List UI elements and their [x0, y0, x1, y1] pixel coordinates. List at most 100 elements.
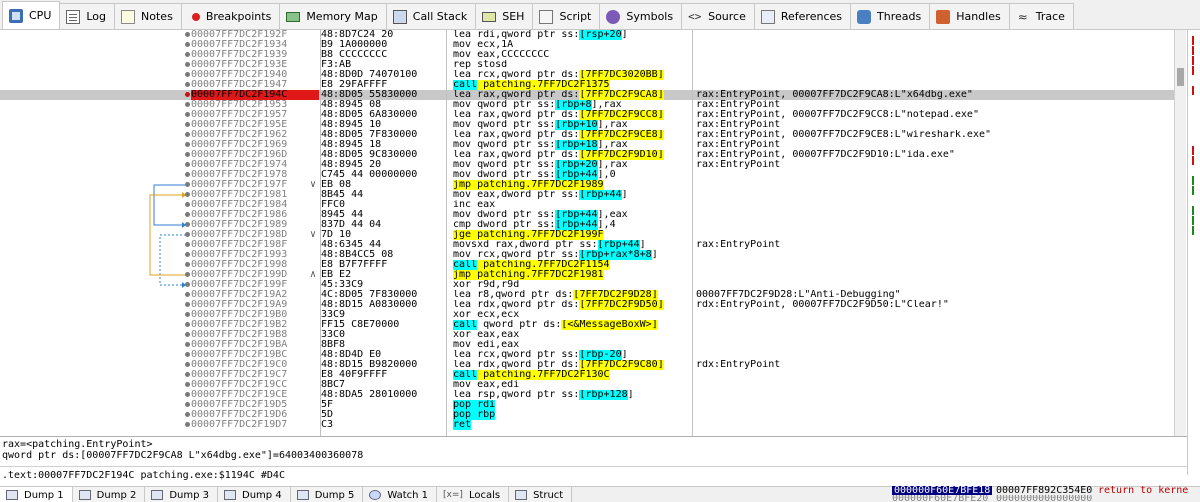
disasm-row[interactable]: 00007FF7DC2F1981 8B45 44 mov eax,dword ptr… [0, 190, 1174, 200]
bullet-dot-icon [185, 212, 190, 217]
instruction-bytes: 48:8D7C24 20 [321, 30, 394, 40]
scrollbar-thumb[interactable] [1177, 68, 1184, 86]
disasm-row[interactable]: 00007FF7DC2F19B8 33C0 xor eax,eax [0, 330, 1174, 340]
instruction-comment [696, 40, 1174, 50]
disasm-row[interactable]: 00007FF7DC2F1969 48:8945 18 mov qword ptr … [0, 140, 1174, 150]
disasm-row[interactable]: 00007FF7DC2F1989 837D 44 04 cmp dword ptr … [0, 220, 1174, 230]
disasm-row[interactable]: 00007FF7DC2F1947 E8 29FAFFFF call patching… [0, 80, 1174, 90]
disasm-row[interactable]: 00007FF7DC2F19A2 4C:8D05 7F830000 lea r8,q… [0, 290, 1174, 300]
tab-seh[interactable]: SEH [475, 3, 534, 29]
disasm-row[interactable]: 00007FF7DC2F19BC 48:8D4D E0 lea rcx,qword … [0, 350, 1174, 360]
instruction-token: ] [639, 240, 646, 250]
disasm-row[interactable]: 00007FF7DC2F193E F3:AB rep stosd [0, 60, 1174, 70]
tab-call-stack[interactable]: Call Stack [385, 3, 477, 29]
disasm-row[interactable]: 00007FF7DC2F1974 48:8945 20 mov qword ptr … [0, 160, 1174, 170]
instruction-token: ,0 [603, 170, 616, 180]
tab-notes[interactable]: Notes [114, 3, 182, 29]
tab-locals[interactable]: [x=] Locals [437, 487, 510, 502]
disasm-row[interactable]: 00007FF7DC2F19C0 48:8D15 B9820000 lea rdx,… [0, 360, 1174, 370]
disasm-row[interactable]: 00007FF7DC2F1940 48:8D0D 74070100 lea rcx,… [0, 70, 1174, 80]
disasm-row[interactable]: 00007FF7DC2F19CC 8BC7 mov eax,edi [0, 380, 1174, 390]
tab-dump-2[interactable]: Dump 2 [72, 487, 146, 502]
tab-script[interactable]: Script [532, 3, 601, 29]
disassembly-view[interactable]: 00007FF7DC2F192F 48:8D7C24 20 lea rdi,qwor… [0, 30, 1174, 436]
tab-dump-5[interactable]: Dump 5 [290, 487, 364, 502]
disasm-row[interactable]: 00007FF7DC2F1962 48:8D05 7F830000 lea rax,… [0, 130, 1174, 140]
tab-dump-1[interactable]: Dump 1 [0, 487, 73, 502]
tab-dump-4[interactable]: Dump 4 [218, 487, 291, 502]
highlighted-token: rsp+20 [585, 30, 622, 40]
disasm-row[interactable]: 00007FF7DC2F198F 48:6345 44 movsxd rax,dwo… [0, 240, 1174, 250]
disasm-row[interactable]: 00007FF7DC2F194C 48:8D05 55830000 lea rax,… [0, 90, 1174, 100]
instruction-address: 00007FF7DC2F1981 [191, 190, 288, 200]
tab-struct[interactable]: Struct [509, 487, 573, 502]
instruction-bytes: C3 [321, 420, 334, 430]
tab-trace[interactable]: ≈ Trace [1008, 3, 1074, 29]
instruction-comment [696, 210, 1174, 220]
instruction-bytes: F3:AB [321, 60, 352, 70]
tab-log[interactable]: Log [59, 3, 116, 29]
highlighted-operand: patching.7FF7DC2F130C [477, 370, 610, 380]
stack-next-value: 0000000000000000 [996, 495, 1093, 502]
disasm-row[interactable]: 00007FF7DC2F199D ∧ EB E2 jmp patching.7FF7D… [0, 270, 1174, 280]
tab-references[interactable]: References [753, 3, 851, 29]
instruction-comment [696, 220, 1174, 230]
disasm-row[interactable]: 00007FF7DC2F199F 45:33C9 xor r9d,r9d [0, 280, 1174, 290]
disasm-row[interactable]: 00007FF7DC2F19B0 33C9 xor ecx,ecx [0, 310, 1174, 320]
disasm-row[interactable]: 00007FF7DC2F1934 B9 1A000000 mov ecx,1A [0, 40, 1174, 50]
highlighted-operand: [7FF7DC2F9CC8] [579, 110, 664, 120]
register-change-mark [1192, 56, 1198, 65]
tab-dump-3[interactable]: Dump 3 [145, 487, 219, 502]
instruction-comment [696, 200, 1174, 210]
disasm-row[interactable]: 00007FF7DC2F197F ∨ EB 08 jmp patching.7FF7D… [0, 180, 1174, 190]
disasm-row[interactable]: 00007FF7DC2F195E 48:8945 10 mov qword ptr … [0, 120, 1174, 130]
disasm-row[interactable]: 00007FF7DC2F19BA 8BF8 mov edi,eax [0, 340, 1174, 350]
instruction-text: lea rax,qword ptr ds:[7FF7DC2F9CA8] [453, 90, 691, 100]
instruction-bytes: 48:8D0D 74070100 [321, 70, 418, 80]
dump-icon [78, 490, 91, 500]
tab-symbols[interactable]: Symbols [599, 3, 683, 29]
disasm-row[interactable]: 00007FF7DC2F1984 FFC0 inc eax [0, 200, 1174, 210]
highlighted-token: pop rdi [453, 400, 496, 410]
tab-source[interactable]: <> Source [681, 3, 755, 29]
disasm-row[interactable]: 00007FF7DC2F19B2 FF15 C8E70000 call qword … [0, 320, 1174, 330]
tab-watch-1[interactable]: Watch 1 [363, 487, 438, 502]
tab-handles[interactable]: Handles [929, 3, 1010, 29]
bullet-dot-icon [185, 422, 190, 427]
instruction-address: 00007FF7DC2F1939 [191, 50, 288, 60]
stack-view-peek[interactable]: 000000F60E7BFE18 00007FF892C354E0 return… [892, 486, 1200, 502]
disasm-row[interactable]: 00007FF7DC2F19C7 E8 40F9FFFF call patching… [0, 370, 1174, 380]
highlighted-operand: [7FF7DC2F9CE8] [579, 130, 664, 140]
instruction-token: lea rsp,qword ptr ss: [453, 390, 580, 400]
disasm-row[interactable]: 00007FF7DC2F196D 48:8D05 9C830000 lea rax,… [0, 150, 1174, 160]
disasm-row[interactable]: 00007FF7DC2F1957 48:8D05 6A830000 lea rax,… [0, 110, 1174, 120]
disasm-row[interactable]: 00007FF7DC2F19D5 5F pop rdi [0, 400, 1174, 410]
tab-breakpoints[interactable]: Breakpoints [180, 3, 281, 29]
tab-threads[interactable]: Threads [850, 3, 931, 29]
stack-selected-address[interactable]: 000000F60E7BFE18 [892, 486, 993, 496]
tab-memory-map[interactable]: Memory Map [279, 3, 387, 29]
disassembly-scrollbar[interactable] [1174, 30, 1186, 436]
instruction-text: mov edi,eax [453, 340, 691, 350]
disasm-row[interactable]: 00007FF7DC2F1993 48:8B4CC5 08 mov rcx,qwor… [0, 250, 1174, 260]
disasm-row[interactable]: 00007FF7DC2F19A9 48:8D15 A0830000 lea rdx,… [0, 300, 1174, 310]
disasm-row[interactable]: 00007FF7DC2F1939 B8 CCCCCCCC mov eax,CCCCC… [0, 50, 1174, 60]
instruction-bytes: FFC0 [321, 200, 346, 210]
disasm-row[interactable]: 00007FF7DC2F1986 8945 44 mov dword ptr ss:… [0, 210, 1174, 220]
bullet-dot-icon [185, 232, 190, 237]
disasm-row[interactable]: 00007FF7DC2F1953 48:8945 08 mov qword ptr … [0, 100, 1174, 110]
disasm-row[interactable]: 00007FF7DC2F198D ∨ 7D 10 jge patching.7FF7D… [0, 230, 1174, 240]
stack-comment: return to kerne [1098, 485, 1189, 496]
disasm-row[interactable]: 00007FF7DC2F192F 48:8D7C24 20 lea rdi,qwor… [0, 30, 1174, 40]
bullet-dot-icon [185, 302, 190, 307]
disasm-row[interactable]: 00007FF7DC2F19D6 5D pop rbp [0, 410, 1174, 420]
disasm-row[interactable]: 00007FF7DC2F19D7 C3 ret [0, 420, 1174, 430]
tab-cpu[interactable]: CPU [2, 1, 61, 29]
register-change-mark [1192, 66, 1198, 75]
jump-direction-indicator [310, 280, 320, 290]
disasm-row[interactable]: 00007FF7DC2F1978 C745 44 00000000 mov dwor… [0, 170, 1174, 180]
disasm-row[interactable]: 00007FF7DC2F1998 E8 B7F7FFFF call patching… [0, 260, 1174, 270]
disasm-row[interactable]: 00007FF7DC2F19CE 48:8DA5 28010000 lea rsp,… [0, 390, 1174, 400]
instruction-bytes: 48:6345 44 [321, 240, 382, 250]
instruction-token: lea rdi,qword ptr ss: [453, 30, 580, 40]
